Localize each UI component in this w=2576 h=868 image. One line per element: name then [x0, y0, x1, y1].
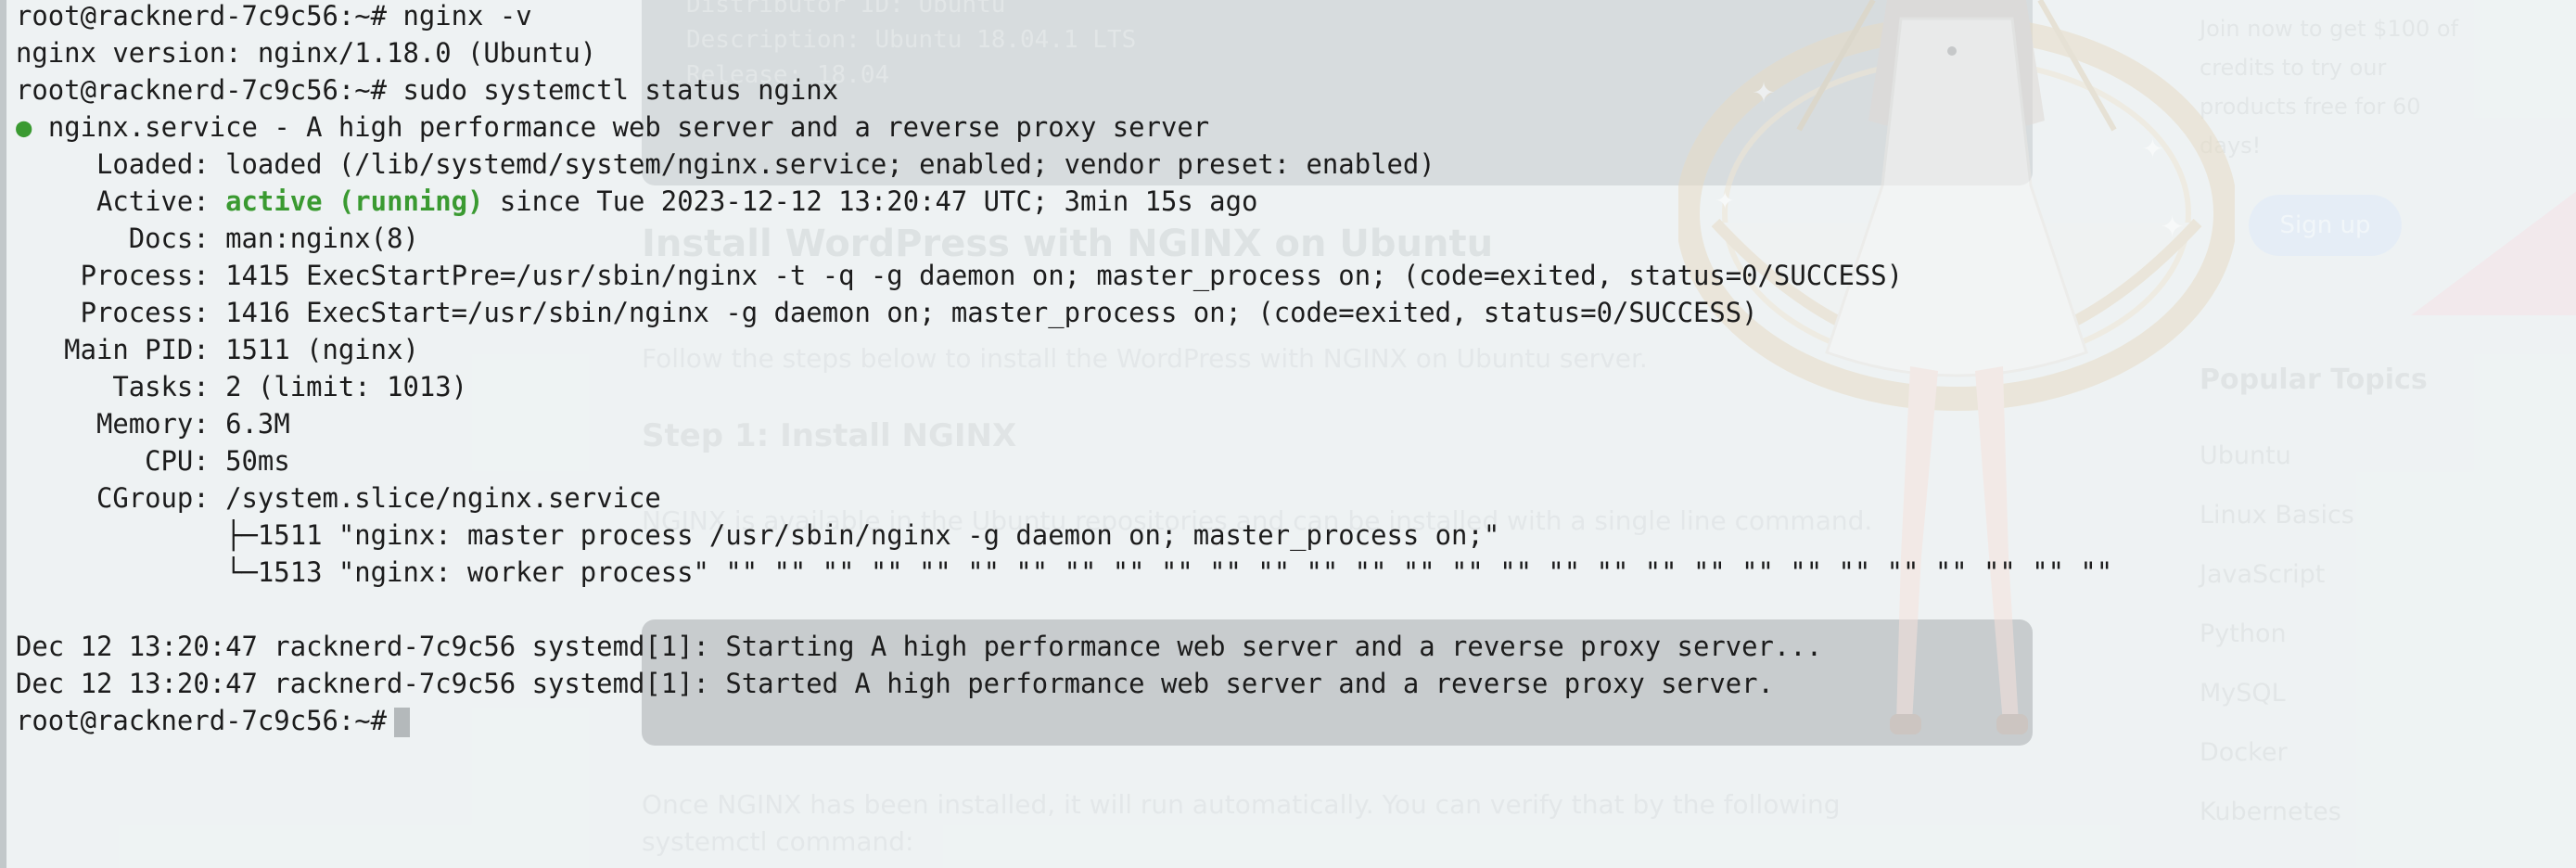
- status-line-memory: Memory: 6.3M: [16, 405, 2112, 442]
- field-value: 1511 (nginx): [225, 334, 419, 365]
- status-line-cgroup: CGroup: /system.slice/nginx.service: [16, 479, 2112, 517]
- terminal-output: root@racknerd-7c9c56:~# nginx -v nginx v…: [16, 0, 2112, 739]
- field-label: CPU:: [16, 445, 210, 477]
- field-label: Tasks:: [16, 371, 210, 402]
- field-label: Active:: [16, 185, 210, 217]
- terminal-window[interactable]: root@racknerd-7c9c56:~# nginx -v nginx v…: [0, 0, 2576, 868]
- field-value: 1415 ExecStartPre=/usr/sbin/nginx -t -q …: [225, 260, 1904, 291]
- command-text: sudo systemctl status nginx: [402, 74, 839, 106]
- field-value: 50ms: [225, 445, 290, 477]
- field-value: since Tue 2023-12-12 13:20:47 UTC; 3min …: [499, 185, 1258, 217]
- field-value: /system.slice/nginx.service: [225, 482, 661, 514]
- field-value: 2 (limit: 1013): [225, 371, 468, 402]
- shell-prompt: root@racknerd-7c9c56:~#: [16, 705, 388, 736]
- field-value: 1416 ExecStart=/usr/sbin/nginx -g daemon…: [225, 297, 1758, 328]
- field-label: Process:: [16, 297, 210, 328]
- status-dot-icon: ●: [16, 111, 32, 143]
- terminal-left-edge: [0, 0, 6, 868]
- blank-line: [16, 591, 2112, 628]
- terminal-line-service: ● nginx.service - A high performance web…: [16, 108, 2112, 146]
- field-label: Memory:: [16, 408, 210, 440]
- field-label: Loaded:: [16, 148, 210, 180]
- field-value: loaded (/lib/systemd/system/nginx.servic…: [225, 148, 1435, 180]
- journal-log-line: Dec 12 13:20:47 racknerd-7c9c56 systemd[…: [16, 668, 1774, 699]
- active-state-text: active (running): [225, 185, 484, 217]
- field-label: Main PID:: [16, 334, 210, 365]
- terminal-line-output: nginx version: nginx/1.18.0 (Ubuntu): [16, 37, 597, 69]
- status-line-cpu: CPU: 50ms: [16, 442, 2112, 479]
- journal-log-line: Dec 12 13:20:47 racknerd-7c9c56 systemd[…: [16, 631, 1823, 662]
- terminal-line-command: root@racknerd-7c9c56:~# sudo systemctl s…: [16, 71, 2112, 108]
- field-label: Docs:: [16, 223, 210, 254]
- field-label: Process:: [16, 260, 210, 291]
- field-value: 6.3M: [225, 408, 290, 440]
- status-line-active: Active: active (running) since Tue 2023-…: [16, 183, 2112, 220]
- command-text: nginx -v: [402, 0, 532, 32]
- text-cursor[interactable]: [394, 708, 411, 737]
- shell-prompt: root@racknerd-7c9c56:~#: [16, 74, 388, 106]
- status-line-process: Process: 1416 ExecStart=/usr/sbin/nginx …: [16, 294, 2112, 331]
- cgroup-tree-line: ├─1511 "nginx: master process /usr/sbin/…: [16, 519, 1500, 551]
- service-description: nginx.service - A high performance web s…: [47, 111, 1210, 143]
- status-line-main-pid: Main PID: 1511 (nginx): [16, 331, 2112, 368]
- terminal-line-prompt: root@racknerd-7c9c56:~#: [16, 702, 2112, 739]
- cgroup-tree-line: └─1513 "nginx: worker process" "" "" "" …: [16, 556, 2113, 588]
- terminal-line-command: root@racknerd-7c9c56:~# nginx -v: [16, 0, 2112, 34]
- shell-prompt: root@racknerd-7c9c56:~#: [16, 0, 388, 32]
- status-line-loaded: Loaded: loaded (/lib/systemd/system/ngin…: [16, 146, 2112, 183]
- field-label: CGroup:: [16, 482, 210, 514]
- status-line-docs: Docs: man:nginx(8): [16, 220, 2112, 257]
- status-line-tasks: Tasks: 2 (limit: 1013): [16, 368, 2112, 405]
- field-value: man:nginx(8): [225, 223, 419, 254]
- status-line-process: Process: 1415 ExecStartPre=/usr/sbin/ngi…: [16, 257, 2112, 294]
